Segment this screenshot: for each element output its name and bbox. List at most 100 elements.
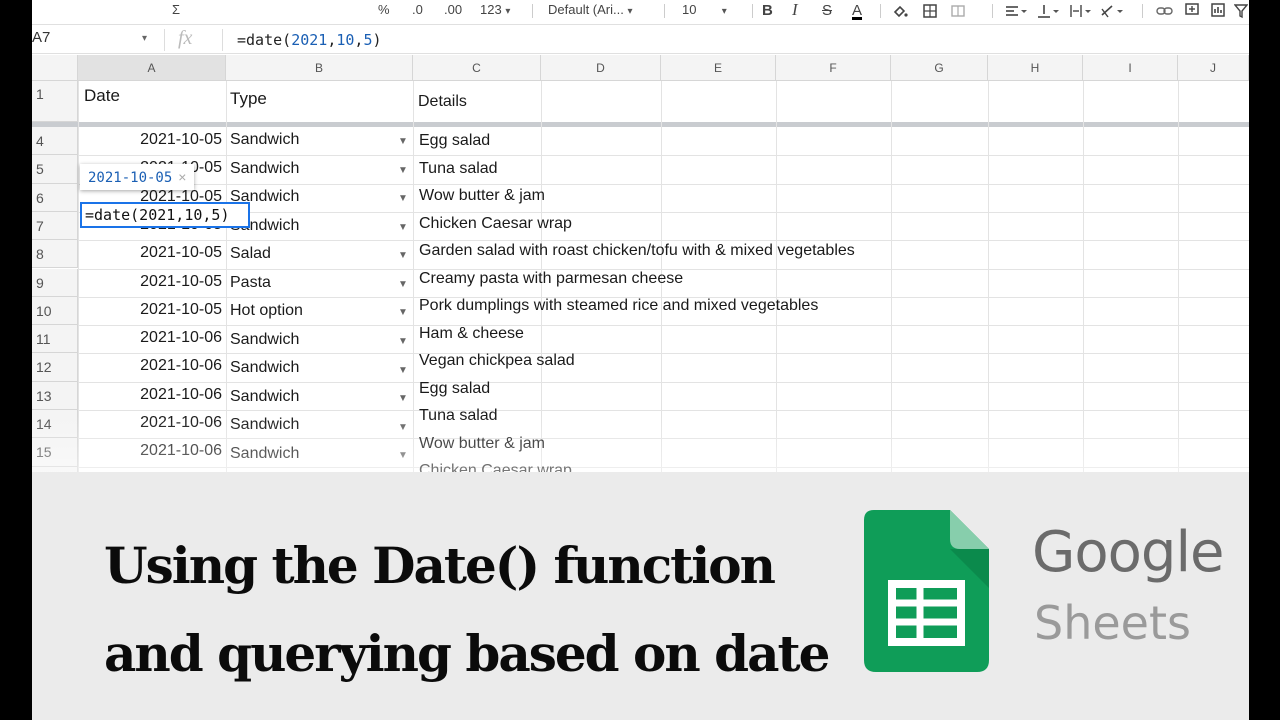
date-cell[interactable]: 2021-10-05 — [82, 301, 222, 319]
date-cell[interactable]: 2021-10-05 — [82, 131, 222, 149]
active-cell-editor[interactable]: =date(2021,10,5) — [80, 202, 250, 228]
text-color-button[interactable]: A — [852, 2, 862, 19]
dropdown-arrow-icon[interactable]: ▼ — [398, 136, 408, 147]
row-header[interactable]: 9 — [32, 268, 78, 297]
row-header[interactable]: 13 — [32, 381, 78, 410]
dropdown-arrow-icon[interactable]: ▼ — [398, 279, 408, 290]
column-header-e[interactable]: E — [661, 55, 776, 81]
font-family-label: Default (Ari... — [548, 2, 624, 17]
borders-icon[interactable] — [922, 3, 938, 19]
details-cell[interactable]: Chicken Caesar wrap — [419, 215, 572, 233]
font-size-select[interactable]: 10 ▾ — [682, 2, 727, 17]
rotate-icon[interactable] — [1100, 3, 1124, 19]
type-cell[interactable]: Sandwich — [230, 359, 299, 377]
select-all-corner[interactable] — [32, 55, 78, 81]
column-header-j[interactable]: J — [1178, 55, 1249, 81]
dropdown-arrow-icon[interactable]: ▼ — [398, 393, 408, 404]
date-cell[interactable]: 2021-10-05 — [82, 273, 222, 291]
type-cell[interactable]: Salad — [230, 245, 271, 263]
details-cell[interactable]: Wow butter & jam — [419, 187, 545, 205]
details-cell[interactable]: Creamy pasta with parmesan cheese — [419, 270, 683, 288]
column-header-b[interactable]: B — [226, 55, 413, 81]
type-cell[interactable]: Pasta — [230, 274, 271, 292]
type-cell[interactable]: Sandwich — [230, 131, 299, 149]
row-header[interactable]: 5 — [32, 155, 78, 184]
dropdown-arrow-icon[interactable]: ▼ — [398, 336, 408, 347]
link-icon[interactable] — [1156, 3, 1174, 19]
dropdown-arrow-icon[interactable]: ▼ — [398, 250, 408, 261]
details-cell[interactable]: Pork dumplings with steamed rice and mix… — [419, 297, 818, 315]
date-cell[interactable]: 2021-10-06 — [82, 386, 222, 404]
strikethrough-button[interactable]: S — [822, 2, 832, 19]
tooltip-value: 2021-10-05 — [88, 170, 173, 186]
decrease-decimal-button[interactable]: .0 — [412, 2, 423, 17]
close-icon[interactable]: × — [178, 169, 186, 185]
row-header[interactable]: 8 — [32, 240, 78, 269]
font-family-select[interactable]: Default (Ari... ▾ — [548, 2, 633, 17]
column-header-h[interactable]: H — [988, 55, 1083, 81]
brand-google: Google — [1032, 520, 1224, 585]
bold-button[interactable]: B — [762, 2, 773, 19]
google-sheets-logo — [864, 510, 989, 672]
more-formats-button[interactable]: 123 ▾ — [480, 2, 510, 17]
row-header[interactable]: 1 — [32, 81, 78, 122]
row-header[interactable]: 11 — [32, 325, 78, 354]
fx-icon: fx — [178, 27, 193, 49]
details-cell[interactable]: Garden salad with roast chicken/tofu wit… — [419, 242, 855, 260]
header-type[interactable]: Type — [230, 89, 267, 109]
type-cell[interactable]: Hot option — [230, 302, 303, 320]
formula-arg-year: 2021 — [291, 31, 328, 49]
comment-icon[interactable] — [1184, 2, 1200, 18]
date-cell[interactable]: 2021-10-06 — [82, 357, 222, 375]
details-cell[interactable]: Egg salad — [419, 380, 490, 398]
row-header[interactable]: 6 — [32, 183, 78, 212]
formula-arg-month: 10 — [336, 31, 355, 49]
column-header-d[interactable]: D — [541, 55, 661, 81]
name-box[interactable]: A7 — [32, 29, 50, 46]
toolbar: Σ % .0 .00 123 ▾ Default (Ari... ▾ 10 ▾ … — [32, 0, 1249, 22]
dropdown-arrow-icon[interactable]: ▼ — [398, 307, 408, 318]
italic-button[interactable]: I — [792, 0, 798, 20]
date-cell[interactable]: 2021-10-06 — [82, 329, 222, 347]
details-cell[interactable]: Vegan chickpea salad — [419, 352, 575, 370]
type-cell[interactable]: Sandwich — [230, 388, 299, 406]
column-header-i[interactable]: I — [1083, 55, 1178, 81]
wrap-icon[interactable] — [1068, 3, 1092, 19]
row-header[interactable]: 10 — [32, 296, 78, 326]
chart-icon[interactable] — [1210, 2, 1226, 18]
fill-color-icon[interactable] — [892, 3, 908, 19]
merge-icon[interactable] — [950, 3, 966, 19]
formula-suffix: ) — [372, 31, 382, 49]
type-cell[interactable]: Sandwich — [230, 160, 299, 178]
frozen-row-divider — [32, 122, 1249, 127]
formula-input[interactable]: =date(2021,10,5) — [237, 31, 382, 49]
column-header-c[interactable]: C — [413, 55, 541, 81]
details-cell[interactable]: Tuna salad — [419, 160, 498, 178]
row-gridline — [78, 155, 1249, 157]
dropdown-arrow-icon[interactable]: ▼ — [398, 365, 408, 376]
row-header[interactable]: 4 — [32, 127, 78, 156]
dropdown-arrow-icon[interactable]: ▼ — [398, 222, 408, 233]
column-header-g[interactable]: G — [891, 55, 988, 81]
dropdown-arrow-icon[interactable]: ▼ — [398, 193, 408, 204]
date-cell[interactable]: 2021-10-05 — [82, 244, 222, 262]
percent-format-button[interactable]: % — [378, 2, 390, 17]
chevron-down-icon[interactable]: ▾ — [142, 33, 147, 44]
font-size-label: 10 — [682, 2, 697, 17]
row-header[interactable]: 7 — [32, 211, 78, 241]
valign-icon[interactable] — [1036, 3, 1060, 19]
header-date[interactable]: Date — [84, 86, 120, 106]
column-header-f[interactable]: F — [776, 55, 891, 81]
increase-decimal-button[interactable]: .00 — [444, 2, 462, 17]
column-header-a[interactable]: A — [78, 55, 226, 81]
details-cell[interactable]: Egg salad — [419, 132, 490, 150]
details-cell[interactable]: Ham & cheese — [419, 325, 524, 343]
row-header[interactable]: 12 — [32, 353, 78, 382]
functions-button[interactable]: Σ — [172, 2, 180, 17]
align-icon[interactable] — [1004, 3, 1028, 19]
type-cell[interactable]: Sandwich — [230, 331, 299, 349]
filter-icon[interactable] — [1234, 3, 1248, 19]
header-details[interactable]: Details — [418, 93, 467, 111]
dropdown-arrow-icon[interactable]: ▼ — [398, 165, 408, 176]
chevron-down-icon: ▾ — [505, 6, 511, 17]
